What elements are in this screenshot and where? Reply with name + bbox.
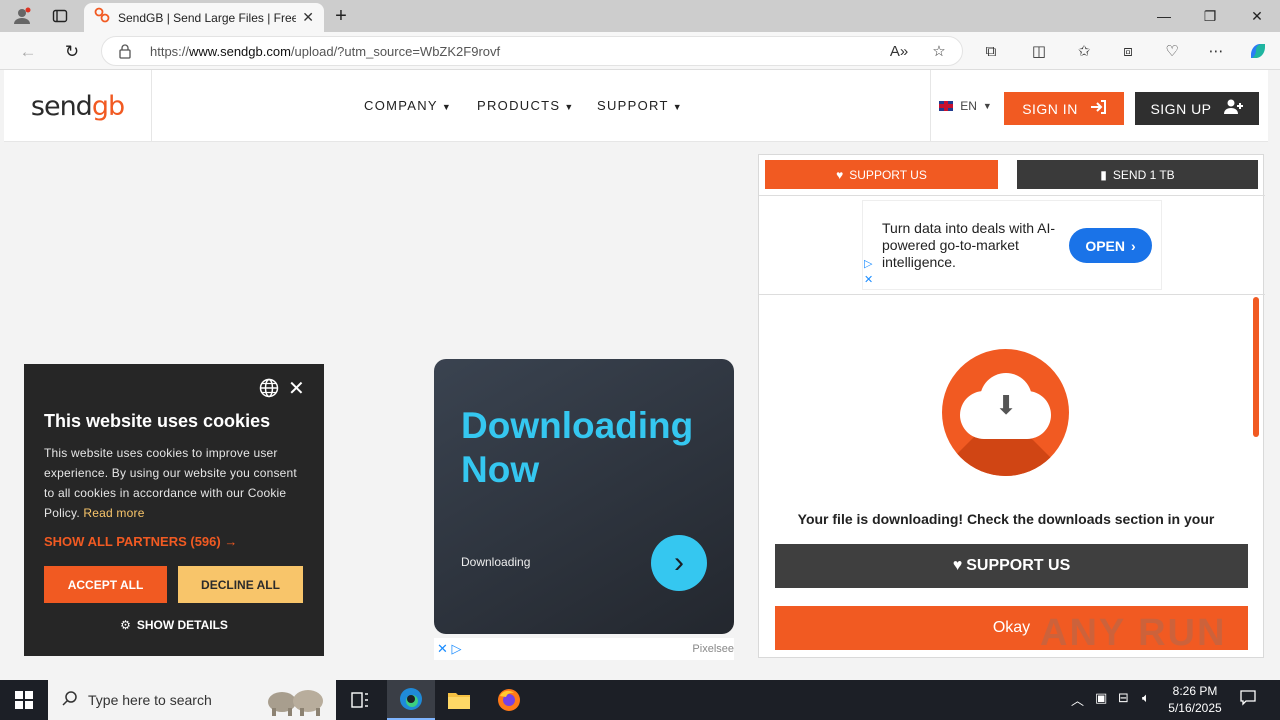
- taskbar: Type here to search ︿ ▣ ⊟ 🔈︎ 8:26 PM 5/1…: [0, 680, 1280, 720]
- network-icon[interactable]: ⊟: [1118, 690, 1129, 706]
- chevron-right-icon[interactable]: ›: [651, 535, 707, 591]
- heart-icon: ♥: [836, 167, 844, 182]
- language-selector[interactable]: EN ▼: [930, 70, 1000, 142]
- login-arrow-icon: [1090, 100, 1106, 117]
- menu-support[interactable]: SUPPORT ▼: [597, 98, 683, 113]
- ad-close-icon[interactable]: ✕ ▷: [437, 641, 462, 657]
- url-text: https://www.sendgb.com/upload/?utm_sourc…: [150, 44, 501, 59]
- sign-in-button[interactable]: SIGN IN: [1004, 92, 1124, 125]
- firefox-icon[interactable]: [485, 680, 533, 720]
- menu-company[interactable]: COMPANY ▼: [364, 98, 452, 113]
- show-partners-link[interactable]: SHOW ALL PARTNERS (596) →: [44, 534, 237, 549]
- file-explorer-icon[interactable]: [435, 680, 483, 720]
- globe-icon[interactable]: [259, 378, 279, 403]
- file-icon: ▮: [1100, 167, 1107, 182]
- watermark: ANY RUN: [1040, 612, 1227, 654]
- menu-products[interactable]: PRODUCTS ▼: [477, 98, 575, 113]
- favorite-star-icon[interactable]: ☆: [927, 40, 951, 62]
- clock[interactable]: 8:26 PM 5/16/2025: [1160, 683, 1230, 717]
- active-tab[interactable]: SendGB | Send Large Files | Free file ✕: [84, 3, 324, 32]
- sign-up-button[interactable]: SIGN UP: [1135, 92, 1259, 125]
- ad-open-button[interactable]: OPEN ›: [1069, 228, 1152, 263]
- back-icon[interactable]: ←: [15, 39, 41, 65]
- accept-all-button[interactable]: ACCEPT ALL: [44, 566, 167, 603]
- edge-taskbar-icon[interactable]: [387, 680, 435, 720]
- read-aloud-icon[interactable]: A»: [887, 40, 911, 62]
- ad-close-icon[interactable]: ✕: [864, 273, 873, 286]
- tab-close-icon[interactable]: ✕: [302, 9, 314, 26]
- device-icon[interactable]: ▣: [1095, 690, 1107, 706]
- heart-icon: ♥: [952, 557, 963, 574]
- ad-subtitle: Downloading: [461, 555, 531, 569]
- minimize-icon[interactable]: —: [1141, 0, 1187, 32]
- chevron-right-icon: ›: [1131, 237, 1136, 254]
- support-us-button[interactable]: ♥ SUPPORT US: [775, 544, 1248, 588]
- lock-icon[interactable]: [118, 43, 132, 64]
- browser-tab-bar: SendGB | Send Large Files | Free file ✕ …: [0, 0, 1280, 32]
- refresh-icon[interactable]: ↻: [59, 39, 85, 65]
- profile-icon[interactable]: [10, 5, 34, 27]
- add-user-icon: [1223, 99, 1244, 118]
- ad-text: Turn data into deals with AI-powered go-…: [882, 220, 1056, 270]
- uk-flag-icon: [939, 101, 954, 111]
- tab-actions-icon[interactable]: [48, 5, 72, 27]
- send-1tb-button[interactable]: ▮ SEND 1 TB: [1017, 160, 1258, 189]
- ad-footer: ✕ ▷ Pixelsee: [434, 638, 734, 660]
- copilot-icon[interactable]: [1246, 40, 1270, 62]
- tab-title: SendGB | Send Large Files | Free file: [118, 10, 297, 25]
- volume-icon[interactable]: 🔈︎: [1142, 690, 1150, 706]
- search-placeholder: Type here to search: [88, 692, 212, 708]
- cloud-download-icon: ⬇: [942, 349, 1069, 476]
- favicon-icon: [94, 7, 110, 28]
- favorites-icon[interactable]: ✩: [1072, 40, 1096, 62]
- close-icon[interactable]: ✕: [288, 376, 305, 401]
- divider: [759, 294, 1265, 295]
- gear-icon: ⚙: [120, 618, 131, 632]
- read-more-link[interactable]: Read more: [83, 506, 144, 520]
- site-header: sendgb COMPANY ▼ PRODUCTS ▼ SUPPORT ▼ EN ▼ S…: [4, 70, 1268, 142]
- performance-icon[interactable]: ♡: [1160, 40, 1184, 62]
- cookie-banner: ✕ This website uses cookies This website…: [24, 364, 324, 656]
- ad-title: Downloading Now: [461, 405, 694, 490]
- taskbar-search-input[interactable]: Type here to search: [48, 680, 336, 720]
- download-panel: ♥ SUPPORT US ▮ SEND 1 TB Turn data into de…: [758, 154, 1265, 658]
- chevron-up-icon[interactable]: ︿: [1071, 690, 1084, 709]
- chevron-down-icon: ▼: [672, 102, 683, 112]
- collections-icon[interactable]: ⧈: [1116, 40, 1140, 62]
- extensions-icon[interactable]: ⧉: [979, 40, 1003, 62]
- elephants-icon: [262, 684, 330, 720]
- ad-choices-icon[interactable]: ▷: [864, 257, 872, 270]
- address-bar-row: ← ↻ https://www.sendgb.com/upload/?utm_s…: [0, 32, 1280, 70]
- ad-brand: Pixelsee: [692, 643, 734, 655]
- chevron-down-icon: ▼: [564, 102, 575, 112]
- task-view-icon[interactable]: [336, 680, 384, 720]
- download-message: Your file is downloading! Check the down…: [797, 511, 1215, 527]
- downloading-ad[interactable]: Downloading Now Downloading ›: [434, 359, 734, 634]
- decline-all-button[interactable]: DECLINE ALL: [178, 566, 303, 603]
- more-menu-icon[interactable]: ⋯: [1204, 40, 1228, 62]
- search-icon: [62, 690, 78, 711]
- chevron-down-icon: ▼: [441, 102, 453, 112]
- windows-start-icon[interactable]: [0, 680, 48, 720]
- notification-icon[interactable]: [1240, 690, 1256, 709]
- new-tab-icon[interactable]: +: [329, 5, 353, 27]
- scrollbar[interactable]: [1253, 297, 1259, 437]
- cookie-body: This website uses cookies to improve use…: [44, 446, 297, 520]
- restore-icon[interactable]: ❐: [1187, 0, 1233, 32]
- split-screen-icon[interactable]: ◫: [1027, 40, 1051, 62]
- ad-banner[interactable]: Turn data into deals with AI-powered go-…: [862, 200, 1162, 290]
- support-us-top-button[interactable]: ♥ SUPPORT US: [765, 160, 998, 189]
- window-close-icon[interactable]: ✕: [1234, 0, 1280, 32]
- show-details-button[interactable]: ⚙ SHOW DETAILS: [24, 618, 324, 632]
- url-input[interactable]: https://www.sendgb.com/upload/?utm_sourc…: [101, 36, 963, 66]
- site-logo[interactable]: sendgb: [4, 70, 152, 142]
- cookie-title: This website uses cookies: [44, 411, 271, 431]
- divider: [759, 195, 1265, 196]
